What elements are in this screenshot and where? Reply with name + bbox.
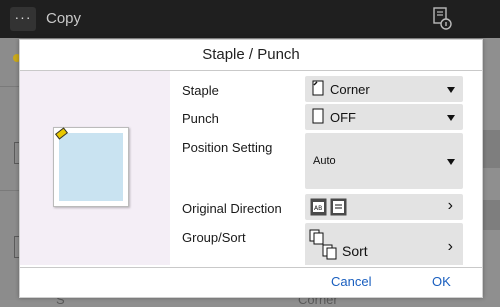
- landscape-ab-icon: [330, 198, 347, 221]
- chevron-right-icon: ›: [447, 238, 453, 255]
- ok-button[interactable]: OK: [432, 274, 451, 289]
- punch-value: OFF: [330, 110, 356, 125]
- original-direction-button[interactable]: AB ›: [305, 194, 463, 220]
- top-bar: ··· Copy: [0, 0, 500, 38]
- chevron-down-icon: [447, 115, 455, 121]
- staple-value: Corner: [330, 82, 370, 97]
- settings-list: Staple Corner Punch OFF Position Setting…: [170, 71, 482, 265]
- group-sort-label: Group/Sort: [182, 230, 246, 245]
- preview-pane: [20, 71, 170, 265]
- app-title: Copy: [46, 10, 82, 27]
- dialog-footer: Cancel OK: [20, 267, 482, 298]
- position-setting-label: Position Setting: [182, 140, 273, 155]
- staple-select[interactable]: Corner: [305, 76, 463, 102]
- group-sort-button[interactable]: Sort ›: [305, 223, 463, 265]
- group-sort-value: Sort: [342, 243, 368, 259]
- position-setting-select[interactable]: Auto: [305, 133, 463, 189]
- staple-punch-dialog: Staple / Punch Staple Corner Punch OFF P…: [19, 39, 483, 298]
- original-direction-label: Original Direction: [182, 201, 282, 216]
- staple-corner-icon: [312, 80, 324, 101]
- portrait-ab-icon: AB: [310, 198, 327, 221]
- chevron-down-icon: [447, 87, 455, 93]
- paper-preview: [53, 127, 129, 207]
- sort-icon: [309, 229, 341, 265]
- paper-area: [59, 133, 123, 201]
- position-setting-value: Auto: [313, 155, 336, 167]
- staple-label: Staple: [182, 83, 219, 98]
- menu-button[interactable]: ···: [10, 7, 36, 31]
- chevron-right-icon: ›: [447, 197, 453, 214]
- job-status-icon[interactable]: [431, 6, 455, 32]
- punch-select[interactable]: OFF: [305, 104, 463, 130]
- dialog-title: Staple / Punch: [20, 40, 482, 71]
- punch-off-icon: [312, 108, 324, 129]
- punch-label: Punch: [182, 111, 219, 126]
- cancel-button[interactable]: Cancel: [331, 274, 371, 289]
- chevron-down-icon: [447, 159, 455, 165]
- svg-text:AB: AB: [314, 205, 322, 212]
